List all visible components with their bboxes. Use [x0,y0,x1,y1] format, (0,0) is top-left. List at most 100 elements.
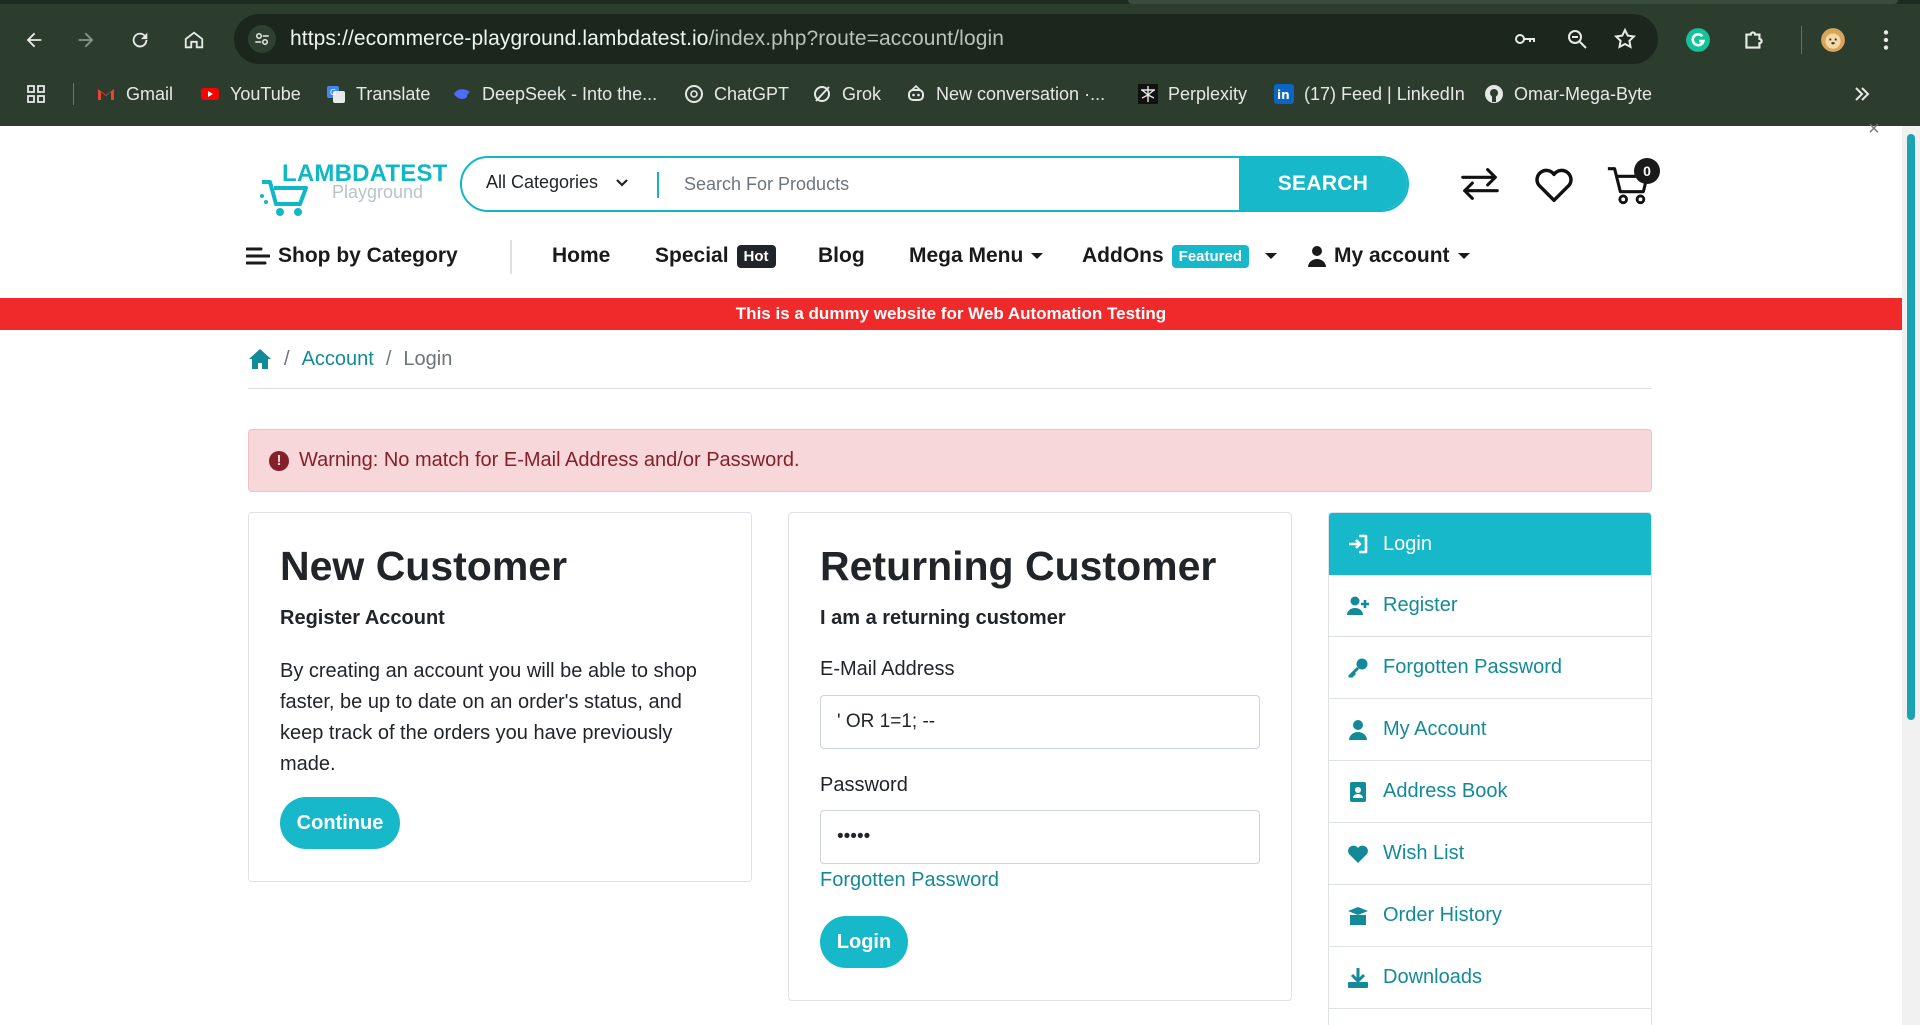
menu-label: AddOns [1082,244,1164,267]
bookmark-grok[interactable]: Grok [812,80,881,108]
shop-by-category-button[interactable]: Shop by Category [246,238,458,274]
bookmark-github[interactable]: Omar-Mega-Byte [1484,80,1652,108]
sidebar-item-login[interactable]: Login [1329,513,1651,575]
menu-addons[interactable]: AddOns Featured [1082,238,1278,274]
returning-customer-subtitle: I am a returning customer [820,607,1066,629]
bookmark-chatgpt[interactable]: ChatGPT [684,80,789,108]
login-button[interactable]: Login [820,916,908,968]
compare-button[interactable] [1456,158,1504,210]
category-select[interactable]: All Categories [486,172,628,193]
extensions-button[interactable] [1738,24,1770,56]
menu-home[interactable]: Home [552,238,610,274]
active-tab-edge[interactable] [1128,0,1898,4]
sidebar-item-address-book[interactable]: Address Book [1329,761,1651,823]
search-input[interactable] [684,168,1184,200]
zoom-button[interactable] [1564,26,1590,52]
sidebar-item-label: Wish List [1383,842,1465,864]
star-icon [1613,27,1637,49]
continue-button[interactable]: Continue [280,797,400,849]
reload-button[interactable] [122,22,158,58]
arrow-left-icon [26,32,42,48]
home-icon [184,31,204,49]
bookmark-youtube[interactable]: YouTube [200,80,301,108]
menu-my-account[interactable]: My account [1308,238,1470,274]
bookmarks-overflow-button[interactable] [1852,80,1872,108]
forward-button[interactable] [68,22,104,58]
menu-mega-menu[interactable]: Mega Menu [909,238,1044,274]
caret-down-icon [1265,253,1278,259]
back-button[interactable] [16,22,52,58]
login-icon [1347,533,1369,555]
sidebar-item-label: My Account [1383,718,1487,740]
bookmark-gmail[interactable]: Gmail [96,80,173,108]
bookmark-perplexity[interactable]: Perplexity [1138,80,1247,108]
menu-label: Mega Menu [909,244,1024,267]
bookmark-label: Omar-Mega-Byte [1514,83,1653,104]
sidebar-item-downloads[interactable]: Downloads [1329,947,1651,1009]
gmail-icon [96,84,116,104]
breadcrumb-divider [248,388,1652,389]
perplexity-icon [1138,84,1158,104]
user-icon [1308,246,1326,267]
site-info-button[interactable] [248,25,276,53]
kebab-menu-icon [1883,30,1889,50]
home-icon[interactable] [248,348,272,370]
profile-avatar[interactable] [1817,24,1849,56]
exclamation-circle-icon: ! [269,450,289,471]
menu-label: Home [552,244,611,267]
menu-blog[interactable]: Blog [818,238,865,274]
search-button[interactable]: SEARCH [1239,158,1407,210]
breadcrumb-separator: / [385,347,392,370]
sidebar-item-my-account[interactable]: My Account [1329,699,1651,761]
grammarly-extension[interactable] [1682,24,1714,56]
menu-label: Blog [818,244,865,267]
home-button[interactable] [176,22,212,58]
bookmark-linkedin[interactable]: in (17) Feed | LinkedIn [1274,80,1465,108]
sidebar-item-register[interactable]: Register [1329,575,1651,637]
breadcrumb-account[interactable]: Account [302,348,374,371]
url-text[interactable]: https://ecommerce-playground.lambdatest.… [290,27,1004,51]
scrollbar-thumb[interactable] [1907,134,1915,720]
returning-customer-title: Returning Customer [820,543,1217,589]
bookmark-copilot[interactable]: New conversation ·... [906,80,1105,108]
sidebar-item-order-history[interactable]: Order History [1329,885,1651,947]
site-logo[interactable]: LAMBDATEST Playground [258,160,447,216]
sidebar-item-label: Order History [1383,904,1502,926]
register-account-subtitle: Register Account [280,607,445,629]
close-icon[interactable]: × [1868,118,1880,141]
password-label: Password [820,774,908,796]
github-icon [1484,84,1504,104]
sidebar-item-forgotten-password[interactable]: Forgotten Password [1329,637,1651,699]
breadcrumb-current: Login [403,347,453,370]
apps-grid-icon [26,84,46,104]
forgotten-password-link[interactable]: Forgotten Password [820,869,999,892]
menu-divider [510,240,512,274]
password-field[interactable] [820,810,1260,864]
chrome-menu-button[interactable] [1870,24,1902,56]
logo-subtitle: Playground [332,182,424,202]
grammarly-icon [1686,28,1710,52]
tune-icon [255,33,269,45]
address-bar[interactable]: https://ecommerce-playground.lambdatest.… [234,14,1658,64]
page-scrollbar[interactable] [1902,126,1920,1025]
arrow-right-icon [78,32,94,48]
grok-icon [812,84,832,104]
bookmark-star-button[interactable] [1612,26,1638,52]
email-field[interactable] [820,695,1260,749]
bookmark-label: New conversation ·... [936,83,1106,104]
bookmark-deepseek[interactable]: DeepSeek - Into the... [452,80,657,108]
heart-icon [1347,843,1369,865]
sidebar-item-wish-list[interactable]: Wish List [1329,823,1651,885]
bookmark-label: ChatGPT [714,83,790,104]
bookmark-label: Translate [356,83,431,104]
bookmark-translate[interactable]: G Translate [326,80,430,108]
sidebar-item-label: Forgotten Password [1383,656,1562,678]
wishlist-button[interactable] [1530,158,1578,210]
apps-button[interactable] [26,80,46,108]
password-key-button[interactable] [1512,26,1538,52]
menu-special[interactable]: Special Hot [655,238,776,274]
svg-text:in: in [1277,88,1290,102]
bookmark-label: Perplexity [1168,83,1248,104]
bookmarks-divider [73,83,74,105]
dummy-site-banner: This is a dummy website for Web Automati… [0,298,1902,330]
